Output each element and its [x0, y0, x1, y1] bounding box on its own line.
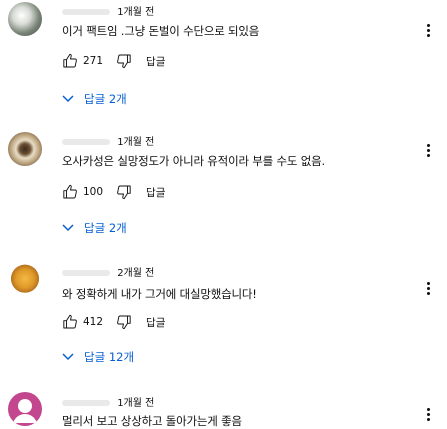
reply-button[interactable]: 답글 [146, 315, 165, 330]
comment-menu-button[interactable] [422, 141, 434, 159]
author-name[interactable] [62, 139, 110, 145]
comment-actions: 100 답글 [62, 183, 165, 201]
like-button[interactable]: 271 [62, 53, 103, 69]
author-line: 2개월 전 [62, 264, 154, 279]
comment-time[interactable]: 1개월 전 [117, 398, 154, 409]
avatar[interactable] [8, 132, 42, 166]
dislike-icon [115, 314, 132, 330]
replies-count: 답글 2개 [84, 92, 127, 106]
chevron-down-icon [62, 353, 74, 361]
dislike-icon [115, 53, 132, 69]
dislike-button[interactable] [115, 314, 132, 330]
author-line: 1개월 전 [62, 133, 154, 148]
reply-button[interactable]: 답글 [146, 185, 165, 200]
comment-menu-button[interactable] [422, 405, 434, 423]
comment-text: 멀리서 보고 상상하고 돌아가는게 좋음 [62, 414, 242, 428]
like-count: 271 [83, 55, 104, 67]
like-button[interactable]: 100 [62, 184, 103, 200]
comment-time[interactable]: 1개월 전 [117, 137, 154, 148]
dislike-button[interactable] [115, 53, 132, 69]
comment-menu-button[interactable] [422, 21, 434, 39]
replies-count: 답글 2개 [84, 221, 127, 235]
avatar[interactable] [8, 2, 42, 36]
avatar[interactable] [8, 392, 42, 426]
comment-actions: 271 답글 [62, 52, 165, 70]
like-count: 100 [83, 186, 104, 198]
view-replies-button[interactable]: 답글 12개 [62, 349, 134, 365]
like-icon [62, 53, 79, 69]
like-icon [62, 314, 79, 330]
author-name[interactable] [62, 270, 110, 276]
chevron-down-icon [62, 224, 74, 232]
comment-time[interactable]: 2개월 전 [117, 268, 154, 279]
dislike-icon [115, 184, 132, 200]
comment-text: 오사카성은 실망정도가 아니라 유적이라 부를 수도 없음. [62, 154, 325, 168]
author-name[interactable] [62, 9, 110, 15]
author-line: 1개월 전 [62, 394, 154, 409]
comment-text: 와 정확하게 내가 그거에 대실망했습니다! [62, 287, 257, 301]
comment-actions: 412 답글 [62, 313, 165, 331]
dislike-button[interactable] [115, 184, 132, 200]
view-replies-button[interactable]: 답글 2개 [62, 91, 127, 107]
author-name[interactable] [62, 400, 110, 406]
view-replies-button[interactable]: 답글 2개 [62, 220, 127, 236]
default-avatar-icon [8, 392, 42, 426]
comment-time[interactable]: 1개월 전 [117, 7, 154, 18]
author-line: 1개월 전 [62, 3, 154, 18]
reply-button[interactable]: 답글 [146, 54, 165, 69]
like-button[interactable]: 412 [62, 314, 103, 330]
like-count: 412 [83, 316, 104, 328]
comment-menu-button[interactable] [422, 279, 434, 297]
comment-text: 이거 팩트임 .그냥 돈벌이 수단으로 되있음 [62, 24, 260, 38]
avatar[interactable] [8, 260, 42, 294]
chevron-down-icon [62, 95, 74, 103]
replies-count: 답글 12개 [84, 350, 135, 364]
like-icon [62, 184, 79, 200]
